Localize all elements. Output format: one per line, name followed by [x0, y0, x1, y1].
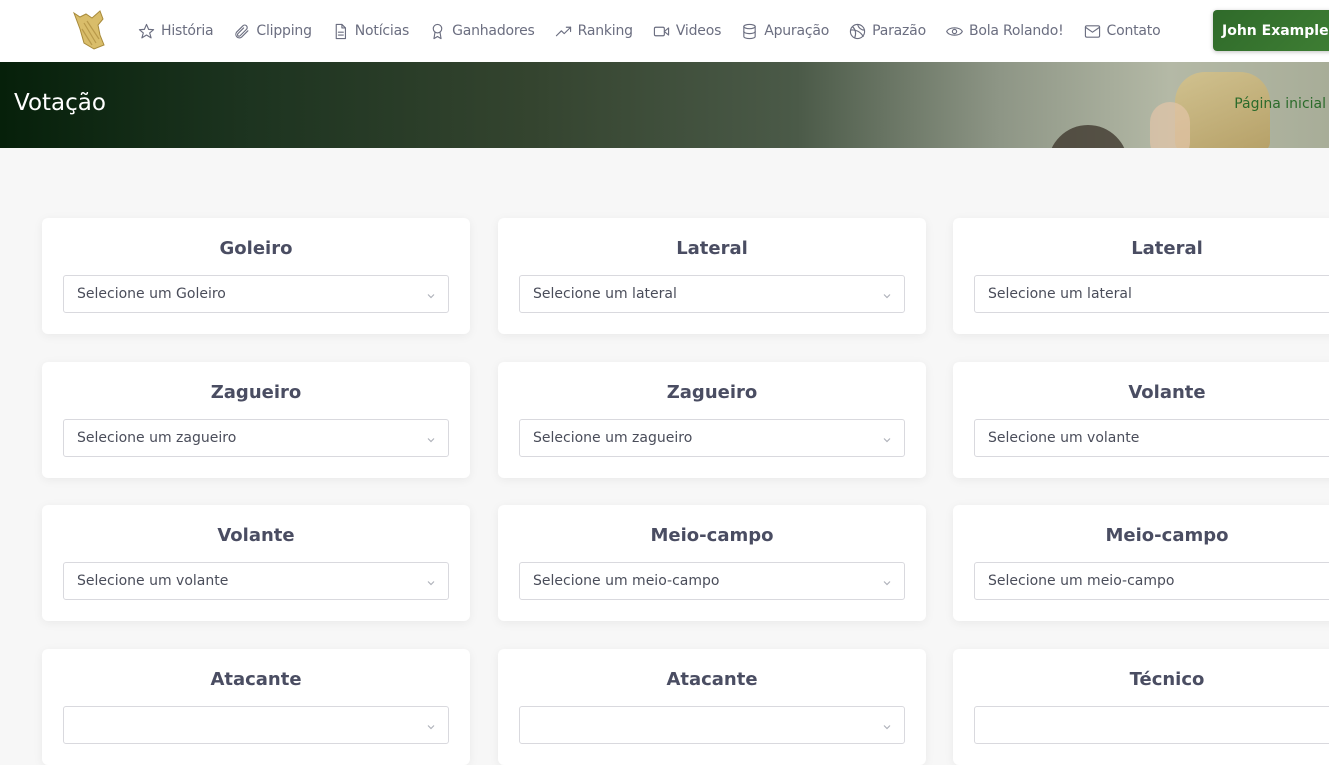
- select-placeholder: Selecione um meio-campo: [533, 573, 720, 589]
- position-card: Volante Selecione um volante: [953, 362, 1329, 478]
- star-icon: [138, 23, 155, 38]
- nav-item-bola-rolando[interactable]: Bola Rolando!: [946, 23, 1064, 40]
- chevron-down-icon: [426, 576, 436, 586]
- position-title: Atacante: [666, 669, 758, 690]
- select-placeholder: Selecione um lateral: [988, 286, 1132, 302]
- nav-label: Contato: [1106, 23, 1161, 39]
- position-card: Lateral Selecione um lateral: [953, 218, 1329, 334]
- position-title: Atacante: [210, 669, 302, 690]
- position-title: Volante: [217, 525, 295, 546]
- player-select[interactable]: [974, 706, 1329, 744]
- chevron-down-icon: [882, 433, 892, 443]
- nav-label: Parazão: [872, 23, 926, 39]
- nav-label: Notícias: [354, 23, 410, 39]
- award-icon: [432, 23, 443, 39]
- select-placeholder: Selecione um zagueiro: [77, 430, 237, 446]
- nav-item-ganhadores[interactable]: Ganhadores: [429, 23, 535, 40]
- nav-item-videos[interactable]: Videos: [653, 23, 721, 40]
- person-photo-decoration: [1048, 125, 1128, 148]
- player-select[interactable]: Selecione um volante: [974, 419, 1329, 457]
- position-card: Atacante: [498, 649, 926, 765]
- select-placeholder: Selecione um meio-campo: [988, 573, 1175, 589]
- user-menu-button[interactable]: John Example: [1213, 10, 1329, 51]
- position-title: Meio-campo: [1105, 525, 1229, 546]
- position-card: Técnico: [953, 649, 1329, 765]
- player-select[interactable]: Selecione um lateral: [519, 275, 905, 313]
- chevron-down-icon: [882, 576, 892, 586]
- main-nav: História Clipping Notícias Ganhadores Ra…: [138, 0, 1180, 62]
- trophy-logo[interactable]: [70, 9, 110, 51]
- player-select[interactable]: Selecione um Goleiro: [63, 275, 449, 313]
- nav-label: Videos: [675, 23, 722, 39]
- position-card: Atacante: [42, 649, 470, 765]
- position-title: Técnico: [1129, 669, 1205, 690]
- paperclip-icon: [235, 24, 249, 38]
- eye-icon: [946, 26, 963, 36]
- select-placeholder: Selecione um lateral: [533, 286, 677, 302]
- chevron-down-icon: [426, 433, 436, 443]
- player-select[interactable]: [519, 706, 905, 744]
- nav-item-clipping[interactable]: Clipping: [233, 23, 312, 40]
- select-placeholder: Selecione um volante: [77, 573, 229, 589]
- position-title: Zagueiro: [666, 382, 758, 403]
- nav-label: Bola Rolando!: [968, 23, 1064, 39]
- top-navbar: História Clipping Notícias Ganhadores Ra…: [0, 0, 1329, 62]
- nav-item-historia[interactable]: História: [138, 23, 214, 40]
- nav-label: Apuração: [764, 23, 830, 39]
- nav-item-ranking[interactable]: Ranking: [555, 23, 633, 40]
- video-icon: [653, 26, 670, 36]
- position-title: Zagueiro: [210, 382, 302, 403]
- chevron-down-icon: [882, 720, 892, 730]
- nav-label: Ganhadores: [452, 23, 535, 39]
- chevron-down-icon: [426, 720, 436, 730]
- position-card: Lateral Selecione um lateral: [498, 218, 926, 334]
- select-placeholder: Selecione um Goleiro: [77, 286, 226, 302]
- position-card: Meio-campo Selecione um meio-campo: [498, 505, 926, 621]
- hands-photo-decoration: [1150, 102, 1190, 148]
- player-select[interactable]: Selecione um meio-campo: [974, 562, 1329, 600]
- nav-item-noticias[interactable]: Notícias: [332, 23, 409, 40]
- position-card: Goleiro Selecione um Goleiro: [42, 218, 470, 334]
- position-title: Lateral: [676, 238, 748, 259]
- document-icon: [335, 23, 346, 39]
- position-title: Meio-campo: [650, 525, 774, 546]
- position-title: Goleiro: [219, 238, 293, 259]
- player-select[interactable]: Selecione um volante: [63, 562, 449, 600]
- nav-item-contato[interactable]: Contato: [1084, 23, 1161, 40]
- ball-icon: [849, 23, 866, 39]
- player-select[interactable]: Selecione um meio-campo: [519, 562, 905, 600]
- mail-icon: [1084, 24, 1100, 38]
- nav-label: Ranking: [577, 23, 633, 39]
- player-select[interactable]: Selecione um zagueiro: [519, 419, 905, 457]
- page-header-banner: Votação Página inicial: [0, 62, 1329, 148]
- database-icon: [743, 23, 756, 39]
- breadcrumb-home[interactable]: Página inicial: [1234, 96, 1326, 112]
- select-placeholder: Selecione um volante: [988, 430, 1140, 446]
- position-title: Volante: [1128, 382, 1206, 403]
- position-title: Lateral: [1131, 238, 1203, 259]
- chevron-down-icon: [426, 289, 436, 299]
- select-placeholder: Selecione um zagueiro: [533, 430, 693, 446]
- nav-label: História: [161, 23, 214, 39]
- position-card: Zagueiro Selecione um zagueiro: [498, 362, 926, 478]
- nav-label: Clipping: [256, 23, 312, 39]
- chevron-down-icon: [882, 289, 892, 299]
- player-select[interactable]: [63, 706, 449, 744]
- trending-up-icon: [555, 26, 571, 36]
- player-select[interactable]: Selecione um lateral: [974, 275, 1329, 313]
- page-title: Votação: [14, 90, 106, 116]
- player-select[interactable]: Selecione um zagueiro: [63, 419, 449, 457]
- nav-item-apuracao[interactable]: Apuração: [741, 23, 829, 40]
- position-card: Volante Selecione um volante: [42, 505, 470, 621]
- position-card: Zagueiro Selecione um zagueiro: [42, 362, 470, 478]
- nav-item-parazao[interactable]: Parazão: [849, 23, 926, 40]
- position-card: Meio-campo Selecione um meio-campo: [953, 505, 1329, 621]
